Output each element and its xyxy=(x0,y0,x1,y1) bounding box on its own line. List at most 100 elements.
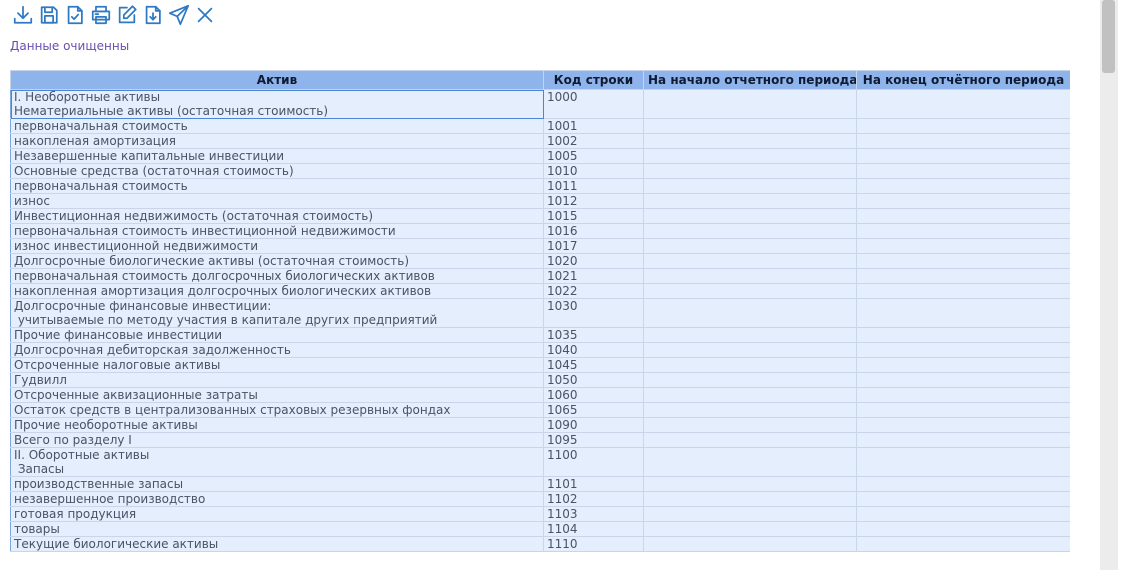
period-start-value-cell[interactable] xyxy=(643,506,857,522)
period-start-value-cell[interactable] xyxy=(643,298,857,328)
line-code-cell[interactable]: 1000 xyxy=(543,89,644,119)
period-end-value-cell[interactable] xyxy=(856,357,1070,373)
line-code-cell[interactable]: 1050 xyxy=(543,372,644,388)
period-end-value-cell[interactable] xyxy=(856,118,1070,134)
line-code-cell[interactable]: 1012 xyxy=(543,193,644,209)
asset-name-cell[interactable]: первоначальная стоимость инвестиционной … xyxy=(10,223,544,239)
period-start-value-cell[interactable] xyxy=(643,163,857,179)
asset-name-cell[interactable]: I. Необоротные активы Нематериальные акт… xyxy=(10,89,544,119)
period-end-value-cell[interactable] xyxy=(856,417,1070,433)
line-code-cell[interactable]: 1040 xyxy=(543,342,644,358)
period-start-value-cell[interactable] xyxy=(643,372,857,388)
period-start-value-cell[interactable] xyxy=(643,268,857,284)
close-button[interactable] xyxy=(192,3,218,27)
period-start-value-cell[interactable] xyxy=(643,178,857,194)
line-code-cell[interactable]: 1065 xyxy=(543,402,644,418)
save-button[interactable] xyxy=(36,3,62,27)
vertical-scrollbar[interactable] xyxy=(1100,0,1118,570)
period-end-value-cell[interactable] xyxy=(856,283,1070,299)
line-code-cell[interactable]: 1103 xyxy=(543,506,644,522)
period-end-value-cell[interactable] xyxy=(856,133,1070,149)
asset-name-cell[interactable]: первоначальная стоимость долгосрочных би… xyxy=(10,268,544,284)
period-end-value-cell[interactable] xyxy=(856,238,1070,254)
period-end-value-cell[interactable] xyxy=(856,476,1070,492)
period-end-value-cell[interactable] xyxy=(856,521,1070,537)
line-code-cell[interactable]: 1010 xyxy=(543,163,644,179)
period-start-value-cell[interactable] xyxy=(643,342,857,358)
line-code-cell[interactable]: 1101 xyxy=(543,476,644,492)
asset-name-cell[interactable]: Текущие биологические активы xyxy=(10,536,544,552)
period-start-value-cell[interactable] xyxy=(643,521,857,537)
line-code-cell[interactable]: 1005 xyxy=(543,148,644,164)
line-code-cell[interactable]: 1002 xyxy=(543,133,644,149)
edit-button[interactable] xyxy=(114,3,140,27)
asset-name-cell[interactable]: Гудвилл xyxy=(10,372,544,388)
asset-name-cell[interactable]: накопленная амортизация долгосрочных био… xyxy=(10,283,544,299)
line-code-cell[interactable]: 1020 xyxy=(543,253,644,269)
period-end-value-cell[interactable] xyxy=(856,342,1070,358)
period-start-value-cell[interactable] xyxy=(643,327,857,343)
line-code-cell[interactable]: 1095 xyxy=(543,432,644,448)
line-code-cell[interactable]: 1022 xyxy=(543,283,644,299)
asset-name-cell[interactable]: Долгосрочная дебиторская задолженность xyxy=(10,342,544,358)
period-end-value-cell[interactable] xyxy=(856,536,1070,552)
line-code-cell[interactable]: 1017 xyxy=(543,238,644,254)
period-end-value-cell[interactable] xyxy=(856,208,1070,224)
period-end-value-cell[interactable] xyxy=(856,253,1070,269)
period-start-value-cell[interactable] xyxy=(643,208,857,224)
asset-name-cell[interactable]: Основные средства (остаточная стоимость) xyxy=(10,163,544,179)
asset-name-cell[interactable]: Отсроченные аквизационные затраты xyxy=(10,387,544,403)
period-start-value-cell[interactable] xyxy=(643,133,857,149)
period-start-value-cell[interactable] xyxy=(643,491,857,507)
asset-name-cell[interactable]: Инвестиционная недвижимость (остаточная … xyxy=(10,208,544,224)
asset-name-cell[interactable]: первоначальная стоимость xyxy=(10,118,544,134)
period-start-value-cell[interactable] xyxy=(643,118,857,134)
import-button[interactable] xyxy=(140,3,166,27)
line-code-cell[interactable]: 1030 xyxy=(543,298,644,328)
scrollbar-thumb[interactable] xyxy=(1102,0,1115,73)
asset-name-cell[interactable]: Всего по разделу I xyxy=(10,432,544,448)
period-start-value-cell[interactable] xyxy=(643,447,857,477)
asset-name-cell[interactable]: первоначальная стоимость xyxy=(10,178,544,194)
period-end-value-cell[interactable] xyxy=(856,193,1070,209)
period-end-value-cell[interactable] xyxy=(856,178,1070,194)
asset-name-cell[interactable]: Отсроченные налоговые активы xyxy=(10,357,544,373)
asset-name-cell[interactable]: Незавершенные капитальные инвестиции xyxy=(10,148,544,164)
period-end-value-cell[interactable] xyxy=(856,223,1070,239)
asset-name-cell[interactable]: износ инвестиционной недвижимости xyxy=(10,238,544,254)
line-code-cell[interactable]: 1090 xyxy=(543,417,644,433)
period-end-value-cell[interactable] xyxy=(856,387,1070,403)
asset-name-cell[interactable]: незавершенное производство xyxy=(10,491,544,507)
line-code-cell[interactable]: 1011 xyxy=(543,178,644,194)
asset-name-cell[interactable]: готовая продукция xyxy=(10,506,544,522)
asset-name-cell[interactable]: Долгосрочные финансовые инвестиции: учит… xyxy=(10,298,544,328)
asset-name-cell[interactable]: Прочие необоротные активы xyxy=(10,417,544,433)
asset-name-cell[interactable]: производственные запасы xyxy=(10,476,544,492)
line-code-cell[interactable]: 1035 xyxy=(543,327,644,343)
period-end-value-cell[interactable] xyxy=(856,268,1070,284)
asset-name-cell[interactable]: товары xyxy=(10,521,544,537)
period-start-value-cell[interactable] xyxy=(643,432,857,448)
period-end-value-cell[interactable] xyxy=(856,89,1070,119)
line-code-cell[interactable]: 1015 xyxy=(543,208,644,224)
line-code-cell[interactable]: 1001 xyxy=(543,118,644,134)
period-start-value-cell[interactable] xyxy=(643,476,857,492)
period-end-value-cell[interactable] xyxy=(856,447,1070,477)
line-code-cell[interactable]: 1060 xyxy=(543,387,644,403)
period-end-value-cell[interactable] xyxy=(856,432,1070,448)
column-header-period-end[interactable]: На конец отчётного периода xyxy=(856,70,1070,90)
asset-name-cell[interactable]: износ xyxy=(10,193,544,209)
period-end-value-cell[interactable] xyxy=(856,327,1070,343)
period-end-value-cell[interactable] xyxy=(856,491,1070,507)
send-button[interactable] xyxy=(166,3,192,27)
line-code-cell[interactable]: 1021 xyxy=(543,268,644,284)
asset-name-cell[interactable]: Остаток средств в централизованных страх… xyxy=(10,402,544,418)
period-end-value-cell[interactable] xyxy=(856,402,1070,418)
column-header-period-start[interactable]: На начало отчетного периода xyxy=(643,70,857,90)
line-code-cell[interactable]: 1045 xyxy=(543,357,644,373)
line-code-cell[interactable]: 1104 xyxy=(543,521,644,537)
asset-name-cell[interactable]: накопленая амортизация xyxy=(10,133,544,149)
print-button[interactable] xyxy=(88,3,114,27)
column-header-line-code[interactable]: Код строки xyxy=(543,70,644,90)
asset-name-cell[interactable]: Долгосрочные биологические активы (остат… xyxy=(10,253,544,269)
